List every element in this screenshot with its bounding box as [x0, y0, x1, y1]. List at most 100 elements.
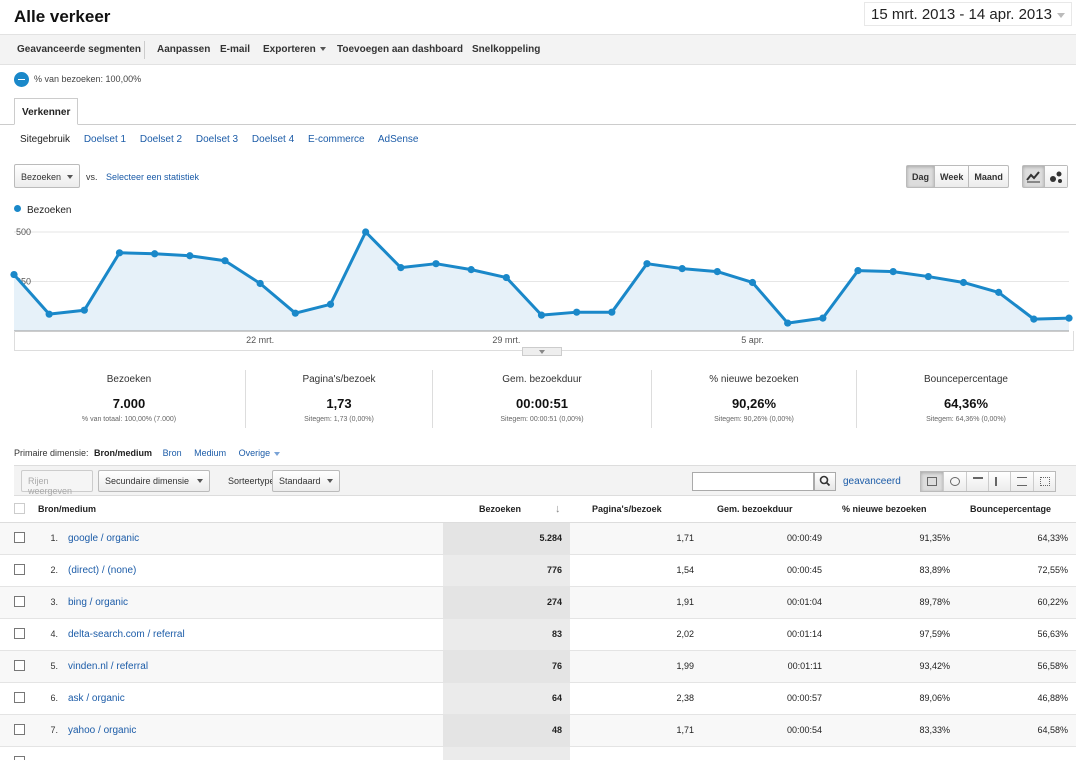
source-link[interactable]: yahoo / organic: [68, 725, 136, 736]
sort-type-label: Sorteertype:: [228, 476, 278, 486]
row-checkbox[interactable]: [14, 660, 25, 672]
data-point: [80, 306, 88, 314]
scorecard-label: % nieuwe bezoeken: [709, 374, 799, 385]
visits-cell: 776: [443, 554, 570, 587]
metric-dropdown[interactable]: Bezoeken: [14, 164, 80, 188]
view-data-button[interactable]: [921, 472, 944, 491]
row-checkbox[interactable]: [14, 596, 25, 608]
line-chart-icon: [1026, 171, 1040, 183]
view-term-cloud-button[interactable]: [1010, 472, 1032, 491]
search-button[interactable]: [814, 472, 836, 491]
dimension-other-link[interactable]: Overige: [239, 448, 281, 458]
scorecard-label: Pagina's/bezoek: [302, 374, 376, 385]
table-search-input[interactable]: [692, 472, 814, 491]
segment-label: % van bezoeken: 100,00%: [34, 74, 142, 84]
row-number: 7.: [50, 724, 58, 735]
row-checkbox[interactable]: [14, 692, 25, 704]
column-source-medium[interactable]: Bron/medium: [38, 496, 443, 523]
period-week-button[interactable]: Week: [934, 166, 968, 187]
motion-chart-icon: [1050, 171, 1063, 183]
subtab-ecommerce[interactable]: E-commerce: [308, 134, 365, 145]
view-pivot-button[interactable]: [1032, 472, 1055, 491]
source-link[interactable]: delta-search.com / referral: [68, 629, 185, 640]
scorecard-pages-per-visit[interactable]: Pagina's/bezoek 1,73 Sitegem: 1,73 (0,00…: [246, 370, 432, 428]
row-checkbox[interactable]: [14, 532, 25, 544]
row-checkbox-cell: [0, 618, 38, 651]
compare-metric-link[interactable]: Selecteer een statistiek: [106, 172, 199, 182]
source-link[interactable]: bing / organic: [68, 597, 128, 608]
subtab-goal-set-3[interactable]: Doelset 3: [196, 134, 238, 145]
view-comparison-button[interactable]: [988, 472, 1010, 491]
column-new-visits[interactable]: % nieuwe bezoeken: [830, 496, 958, 523]
view-performance-button[interactable]: [965, 472, 988, 491]
subtab-goal-set-4[interactable]: Doelset 4: [252, 134, 294, 145]
motion-chart-button[interactable]: [1045, 166, 1067, 187]
duration-cell: 00:00:54: [702, 714, 830, 747]
source-link[interactable]: google / organic: [68, 533, 139, 544]
dimension-medium-link[interactable]: Medium: [194, 448, 226, 458]
source-link[interactable]: ask / organic: [68, 693, 125, 704]
sort-type-dropdown[interactable]: Standaard: [272, 470, 340, 492]
row-checkbox[interactable]: [14, 724, 25, 736]
tab-explorer[interactable]: Verkenner: [14, 98, 78, 125]
secondary-dimension-dropdown[interactable]: Secundaire dimensie: [98, 470, 210, 492]
bounce-cell: 64,33%: [958, 522, 1076, 555]
pages-cell: 2,02: [570, 618, 702, 651]
data-point: [784, 319, 792, 327]
source-link[interactable]: (direct) / (none): [68, 565, 136, 576]
subtab-goal-set-1[interactable]: Doelset 1: [84, 134, 126, 145]
column-bounce-rate[interactable]: Bouncepercentage: [958, 496, 1076, 523]
subtab-site-usage[interactable]: Sitegebruik: [20, 134, 70, 145]
scorecard-value: 64,36%: [943, 396, 989, 411]
select-all-checkbox[interactable]: [14, 503, 25, 515]
row-checkbox[interactable]: [14, 628, 25, 640]
table-row: [0, 746, 1076, 760]
advanced-segments-button[interactable]: Geavanceerde segmenten: [17, 44, 141, 55]
row-checkbox[interactable]: [14, 564, 25, 576]
export-button[interactable]: Exporteren: [263, 44, 326, 55]
empty-cell: [702, 746, 830, 760]
sort-type-value: Standaard: [279, 476, 321, 486]
email-button[interactable]: E-mail: [220, 44, 250, 55]
view-percentage-button[interactable]: [943, 472, 965, 491]
source-cell: 6. ask / organic: [38, 682, 443, 715]
plot-rows-button[interactable]: Rijen weergeven: [21, 470, 93, 496]
data-table: Bron/medium Bezoeken ↓ Pagina's/bezoek Ge…: [0, 496, 1076, 760]
dimension-current: Bron/medium: [94, 448, 153, 458]
data-point: [748, 278, 757, 287]
vs-label: vs.: [86, 172, 98, 182]
column-visits[interactable]: Bezoeken ↓: [443, 496, 570, 523]
line-chart-button[interactable]: [1023, 166, 1046, 187]
bounce-cell: 56,58%: [958, 650, 1076, 683]
date-range-picker[interactable]: 15 mrt. 2013 - 14 apr. 2013: [864, 2, 1072, 26]
customize-button[interactable]: Aanpassen: [157, 44, 210, 55]
scorecard-value: 1,73: [326, 396, 352, 411]
column-avg-duration[interactable]: Gem. bezoekduur: [702, 496, 830, 523]
scorecard-visits[interactable]: Bezoeken 7.000 % van totaal: 100,00% (7.…: [14, 370, 244, 428]
visits-cell: 76: [443, 650, 570, 683]
shortcut-button[interactable]: Snelkoppeling: [472, 44, 540, 55]
row-number: 6.: [50, 692, 58, 703]
add-to-dashboard-button[interactable]: Toevoegen aan dashboard: [337, 44, 463, 55]
data-point: [10, 270, 18, 279]
dimension-source-link[interactable]: Bron: [163, 448, 182, 458]
subtab-adsense[interactable]: AdSense: [378, 134, 419, 145]
scorecard-avg-duration[interactable]: Gem. bezoekduur 00:00:51 Sitegem: 00:00:…: [433, 370, 651, 428]
bounce-cell: 60,22%: [958, 586, 1076, 619]
source-cell: 4. delta-search.com / referral: [38, 618, 443, 651]
column-pages-per-visit[interactable]: Pagina's/bezoek: [570, 496, 702, 523]
primary-dimension-label: Primaire dimensie:: [14, 448, 89, 458]
row-checkbox[interactable]: [14, 756, 25, 760]
source-cell: 5. vinden.nl / referral: [38, 650, 443, 683]
chart-collapse-handle[interactable]: [522, 347, 562, 356]
period-month-button[interactable]: Maand: [968, 166, 1008, 187]
advanced-filter-link[interactable]: geavanceerd: [843, 476, 901, 487]
source-cell: 7. yahoo / organic: [38, 714, 443, 747]
source-link[interactable]: vinden.nl / referral: [68, 661, 148, 672]
bounce-cell: 46,88%: [958, 682, 1076, 715]
period-day-button[interactable]: Dag: [907, 166, 935, 187]
scorecard-new-visits[interactable]: % nieuwe bezoeken 90,26% Sitegem: 90,26%…: [652, 370, 856, 428]
subtab-goal-set-2[interactable]: Doelset 2: [140, 134, 182, 145]
scorecard-bounce-rate[interactable]: Bouncepercentage 64,36% Sitegem: 64,36% …: [857, 370, 1075, 428]
data-point: [889, 268, 897, 276]
